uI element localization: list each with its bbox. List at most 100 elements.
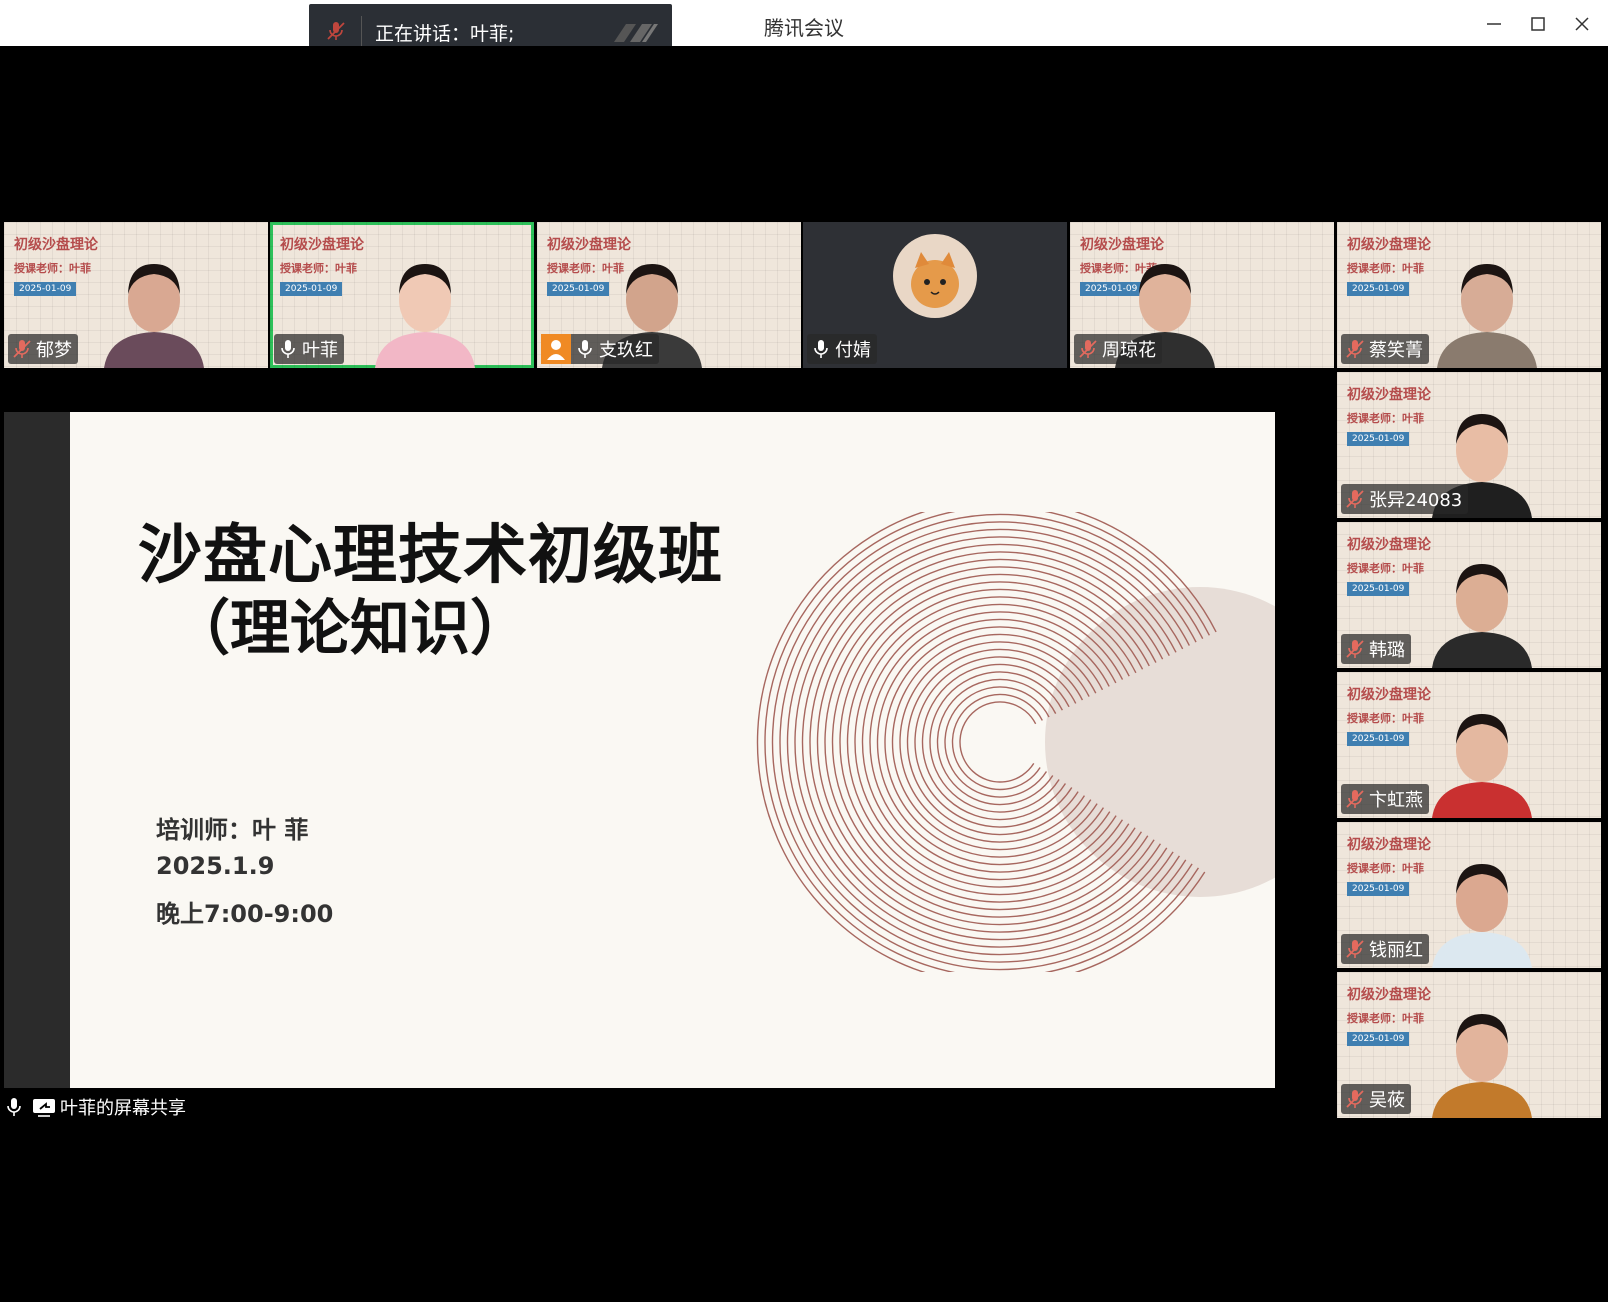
participant-tile[interactable]: 初级沙盘理论 授课老师：叶菲 2025-01-09 蔡笑菁 [1337,222,1601,368]
background-title: 初级沙盘理论 [1347,687,1431,703]
mic-icon [7,1098,21,1116]
background-teacher: 授课老师：叶菲 [14,262,91,275]
participant-video [1432,564,1532,668]
background-title: 初级沙盘理论 [1347,987,1431,1003]
decorative-arcs [756,512,1275,972]
host-badge-icon [541,334,571,364]
app-title: 腾讯会议 [764,16,844,40]
mic-muted-icon [1346,940,1364,958]
shared-slide[interactable]: 沙盘心理技术初级班 （理论知识） 培训师：叶 菲 2025.1.9 晚上7:00… [70,412,1275,1088]
participant-tile[interactable]: 初级沙盘理论 授课老师：叶菲 2025-01-09 钱丽红 [1337,822,1601,968]
participant-nametag: 吴莜 [1341,1084,1411,1114]
tencent-meeting-logo-icon [614,24,658,42]
arc-line [929,671,1063,813]
participant-tile[interactable]: 初级沙盘理论 授课老师：叶菲 2025-01-09 郁梦 [4,222,268,368]
participant-tile[interactable]: 初级沙盘理论 授课老师：叶菲 2025-01-09 支玖红 [537,222,801,368]
participant-nametag: 周琼花 [1074,334,1162,364]
mic-icon [578,340,592,358]
share-owner-label: 叶菲的屏幕共享 [60,1098,186,1119]
minimize-icon[interactable] [1480,10,1508,38]
screen-share-icon [33,1099,55,1117]
background-teacher: 授课老师：叶菲 [1347,1012,1424,1025]
background-title: 初级沙盘理论 [14,237,98,253]
mic-muted-icon [1346,790,1364,808]
background-date: 2025-01-09 [1347,432,1410,446]
mic-muted-icon [1346,640,1364,658]
maximize-icon[interactable] [1524,10,1552,38]
participant-nametag: 蔡笑菁 [1341,334,1429,364]
participant-name: 郁梦 [36,340,72,361]
participant-nametag: 郁梦 [8,334,78,364]
participant-nametag: 支玖红 [541,334,659,364]
participant-video [1432,864,1532,968]
background-title: 初级沙盘理论 [1347,237,1431,253]
slide-time: 晚上7:00-9:00 [156,900,334,928]
participant-video [1437,264,1537,368]
arc-line [959,701,1037,783]
participant-tile[interactable]: 初级沙盘理论 授课老师：叶菲 2025-01-09 张异24083 [1337,372,1601,518]
mic-muted-icon [1079,340,1097,358]
mic-muted-icon [13,340,31,358]
mic-icon [281,340,295,358]
slide-subtitle: （理论知识） [170,594,530,664]
participant-nametag: 钱丽红 [1341,934,1429,964]
participant-name: 张异24083 [1369,490,1463,511]
background-date: 2025-01-09 [1347,1032,1410,1046]
participant-nametag: 叶菲 [274,334,344,364]
share-owner-tag: 叶菲的屏幕共享 [4,1090,186,1124]
background-teacher: 授课老师：叶菲 [1347,412,1424,425]
background-title: 初级沙盘理论 [1347,387,1431,403]
participant-video [1432,1014,1532,1118]
participant-name: 支玖红 [599,340,653,361]
participant-video [1432,714,1532,818]
participant-name: 吴莜 [1369,1090,1405,1111]
background-teacher: 授课老师：叶菲 [1347,712,1424,725]
participant-tile[interactable]: 初级沙盘理论 授课老师：叶菲 2025-01-09 周琼花 [1070,222,1334,368]
participant-name: 付婧 [835,340,871,361]
mic-muted-icon [327,22,345,40]
background-teacher: 授课老师：叶菲 [280,262,357,275]
title-bar: 腾讯会议 [0,0,1608,47]
arc-line [951,693,1043,791]
participant-video [375,264,475,368]
background-teacher: 授课老师：叶菲 [1347,562,1424,575]
participant-name: 钱丽红 [1369,940,1423,961]
background-date: 2025-01-09 [14,282,77,296]
participant-tile[interactable]: 初级沙盘理论 授课老师：叶菲 2025-01-09 卞虹燕 [1337,672,1601,818]
participant-tile[interactable]: 初级沙盘理论 授课老师：叶菲 2025-01-09 叶菲 [270,222,534,368]
participant-nametag: 韩璐 [1341,634,1411,664]
participant-name: 周琼花 [1102,340,1156,361]
participant-name: 卞虹燕 [1369,790,1423,811]
participant-name: 蔡笑菁 [1369,340,1423,361]
slide-date: 2025.1.9 [156,852,275,880]
participant-tile[interactable]: 付婧 [803,222,1067,368]
mic-icon [814,340,828,358]
mic-muted-icon [1346,340,1364,358]
divider [361,16,362,46]
background-date: 2025-01-09 [1347,582,1410,596]
participant-tile[interactable]: 初级沙盘理论 授课老师：叶菲 2025-01-09 吴莜 [1337,972,1601,1118]
mic-muted-icon [1346,490,1364,508]
avatar [893,234,977,318]
background-teacher: 授课老师：叶菲 [1347,262,1424,275]
share-bar [4,1088,1275,1126]
close-icon[interactable] [1568,10,1596,38]
background-date: 2025-01-09 [1347,732,1410,746]
arc-line [936,678,1057,806]
background-date: 2025-01-09 [1347,882,1410,896]
participant-nametag: 付婧 [807,334,877,364]
participant-nametag: 卞虹燕 [1341,784,1429,814]
background-teacher: 授课老师：叶菲 [1347,862,1424,875]
background-title: 初级沙盘理论 [280,237,364,253]
participant-tile[interactable]: 初级沙盘理论 授课老师：叶菲 2025-01-09 韩璐 [1337,522,1601,668]
background-date: 2025-01-09 [1347,282,1410,296]
background-date: 2025-01-09 [280,282,343,296]
participant-nametag: 张异24083 [1341,484,1469,514]
mic-muted-icon [1346,1090,1364,1108]
background-title: 初级沙盘理论 [1347,837,1431,853]
participant-video [104,264,204,368]
screen-share-top-bar [4,374,1275,412]
speaking-text: 正在讲话：叶菲; [375,23,515,45]
participant-name: 韩璐 [1369,640,1405,661]
background-title: 初级沙盘理论 [1347,537,1431,553]
